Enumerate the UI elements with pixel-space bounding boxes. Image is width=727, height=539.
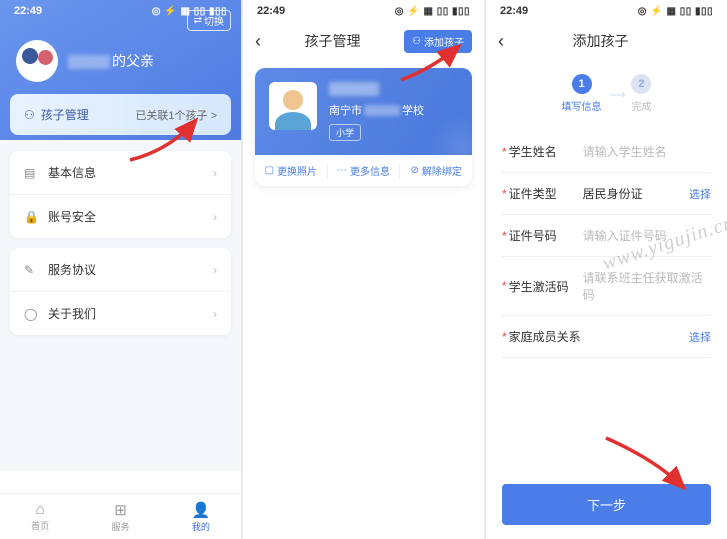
row-student-name[interactable]: * 学生姓名 请输入学生姓名 bbox=[502, 131, 711, 173]
form-label: 家庭成员关系 bbox=[509, 328, 583, 345]
chevron-right-icon: › bbox=[213, 263, 217, 277]
screen-child-management: 22:49 ◎ ⚡ ▦ ▯▯ ▮▯▯ ‹ 孩子管理 ⚇ 添加孩子 南宁市学校 小… bbox=[243, 0, 484, 539]
select-button[interactable]: 选择 bbox=[689, 329, 711, 345]
tab-label: 服务 bbox=[111, 520, 129, 533]
child-icon: ⚇ bbox=[24, 108, 35, 122]
row-id-type[interactable]: * 证件类型 居民身份证 选择 bbox=[502, 173, 711, 215]
add-child-form: * 学生姓名 请输入学生姓名 * 证件类型 居民身份证 选择 * 证件号码 请输… bbox=[486, 131, 727, 358]
person-icon: ⚇ bbox=[412, 36, 421, 47]
arrow-icon: - - - -› bbox=[610, 87, 624, 101]
form-placeholder: 请联系班主任获取激活码 bbox=[583, 269, 711, 303]
next-label: 下一步 bbox=[587, 498, 626, 513]
form-label: 学生姓名 bbox=[509, 143, 583, 160]
screen-add-child: 22:49 ◎ ⚡ ▦ ▯▯ ▮▯▯ ‹ 添加孩子 1 填写信息 - - - -… bbox=[486, 0, 727, 539]
nav-bar: ‹ 孩子管理 ⚇ 添加孩子 bbox=[243, 22, 484, 60]
profile-name: 的父亲 bbox=[68, 51, 154, 71]
form-label: 证件号码 bbox=[509, 227, 583, 244]
action-change-photo[interactable]: ▢ 更换照片 bbox=[255, 163, 328, 178]
help-icon: ◯ bbox=[24, 307, 40, 321]
form-label: 学生激活码 bbox=[509, 278, 583, 295]
stepper: 1 填写信息 - - - -› 2 完成 bbox=[486, 60, 727, 131]
tab-services[interactable]: ⊞ 服务 bbox=[80, 494, 160, 539]
child-mgmt-label: 孩子管理 bbox=[41, 106, 89, 123]
action-label: 解除绑定 bbox=[422, 163, 462, 178]
back-button[interactable]: ‹ bbox=[498, 31, 504, 52]
menu-label: 账号安全 bbox=[48, 208, 205, 225]
add-child-button[interactable]: ⚇ 添加孩子 bbox=[404, 30, 472, 53]
nav-bar: ‹ 添加孩子 bbox=[486, 22, 727, 60]
status-icons: ◎ ⚡ ▦ ▯▯ ▮▯▯ bbox=[395, 6, 470, 17]
tab-bar: ⌂ 首页 ⊞ 服务 👤 我的 bbox=[0, 493, 241, 539]
step-label: 填写信息 bbox=[562, 98, 602, 113]
file-icon: ▤ bbox=[24, 166, 40, 180]
page-title: 添加孩子 bbox=[573, 31, 629, 51]
page-title: 孩子管理 bbox=[305, 31, 361, 51]
lock-icon: 🔒 bbox=[24, 210, 40, 224]
next-button[interactable]: 下一步 bbox=[502, 484, 711, 525]
child-school: 南宁市学校 bbox=[329, 102, 458, 118]
chevron-right-icon: › bbox=[213, 210, 217, 224]
status-icons: ◎ ⚡ ▦ ▯▯ ▮▯▯ bbox=[638, 6, 713, 17]
home-icon: ⌂ bbox=[36, 501, 45, 518]
row-id-number[interactable]: * 证件号码 请输入证件号码 bbox=[502, 215, 711, 257]
child-name-redacted bbox=[329, 82, 379, 96]
menu-about-us[interactable]: ◯ 关于我们 › bbox=[10, 292, 231, 335]
camera-icon: ▢ bbox=[265, 165, 274, 176]
status-time: 22:49 bbox=[500, 5, 528, 17]
menu-account-security[interactable]: 🔒 账号安全 › bbox=[10, 195, 231, 238]
step-complete: 2 完成 bbox=[631, 74, 651, 113]
menu-group-about: ✎ 服务协议 › ◯ 关于我们 › bbox=[10, 248, 231, 335]
child-mgmt-status: 已关联1个孩子 > bbox=[135, 107, 217, 123]
screen-profile: 22:49 ◎ ⚡ ▦ ▯▯ ▮▯▯ ⇄ 切换 的父亲 ⚇ 孩子管理 已关联1个… bbox=[0, 0, 241, 539]
tab-mine[interactable]: 👤 我的 bbox=[161, 494, 241, 539]
tab-home[interactable]: ⌂ 首页 bbox=[0, 494, 80, 539]
status-bar: 22:49 ◎ ⚡ ▦ ▯▯ ▮▯▯ bbox=[243, 0, 484, 22]
doc-icon: ✎ bbox=[24, 263, 40, 277]
menu-service-agreement[interactable]: ✎ 服务协议 › bbox=[10, 248, 231, 292]
form-placeholder: 请输入学生姓名 bbox=[583, 143, 711, 160]
row-activation-code[interactable]: * 学生激活码 请联系班主任获取激活码 bbox=[502, 257, 711, 316]
status-icons: ◎ ⚡ ▦ ▯▯ ▮▯▯ bbox=[152, 6, 227, 17]
child-card: 南宁市学校 小学 ▢ 更换照片 ⋯ 更多信息 ⊘ 解除绑定 bbox=[255, 68, 472, 186]
child-management-card[interactable]: ⚇ 孩子管理 已关联1个孩子 > bbox=[10, 94, 231, 135]
row-family-relation[interactable]: * 家庭成员关系 选择 bbox=[502, 316, 711, 358]
action-label: 更多信息 bbox=[350, 163, 390, 178]
action-label: 更换照片 bbox=[277, 163, 317, 178]
status-time: 22:49 bbox=[257, 5, 285, 17]
add-child-label: 添加孩子 bbox=[424, 34, 464, 49]
menu-group-account: ▤ 基本信息 › 🔒 账号安全 › bbox=[10, 151, 231, 238]
select-button[interactable]: 选择 bbox=[689, 186, 711, 202]
status-bar: 22:49 ◎ ⚡ ▦ ▯▯ ▮▯▯ bbox=[0, 0, 241, 22]
status-time: 22:49 bbox=[14, 5, 42, 17]
form-value: 居民身份证 bbox=[583, 185, 689, 202]
step-fill-info: 1 填写信息 bbox=[562, 74, 602, 113]
tab-label: 首页 bbox=[31, 519, 49, 532]
form-label: 证件类型 bbox=[509, 185, 583, 202]
action-unbind[interactable]: ⊘ 解除绑定 bbox=[400, 163, 472, 178]
action-more-info[interactable]: ⋯ 更多信息 bbox=[328, 163, 401, 178]
grid-icon: ⊞ bbox=[114, 501, 127, 519]
unlink-icon: ⊘ bbox=[410, 165, 418, 176]
step-label: 完成 bbox=[631, 98, 651, 113]
user-icon: 👤 bbox=[191, 501, 210, 519]
form-placeholder: 请输入证件号码 bbox=[583, 227, 711, 244]
tab-label: 我的 bbox=[192, 520, 210, 533]
menu-basic-info[interactable]: ▤ 基本信息 › bbox=[10, 151, 231, 195]
menu-label: 服务协议 bbox=[48, 261, 205, 278]
back-button[interactable]: ‹ bbox=[255, 31, 261, 52]
avatar[interactable] bbox=[16, 40, 58, 82]
child-avatar[interactable] bbox=[269, 82, 317, 130]
menu-label: 基本信息 bbox=[48, 164, 205, 181]
chevron-right-icon: › bbox=[213, 307, 217, 321]
grade-badge: 小学 bbox=[329, 124, 361, 141]
more-icon: ⋯ bbox=[337, 165, 347, 176]
menu-label: 关于我们 bbox=[48, 305, 205, 322]
status-bar: 22:49 ◎ ⚡ ▦ ▯▯ ▮▯▯ bbox=[486, 0, 727, 22]
chevron-right-icon: › bbox=[213, 166, 217, 180]
